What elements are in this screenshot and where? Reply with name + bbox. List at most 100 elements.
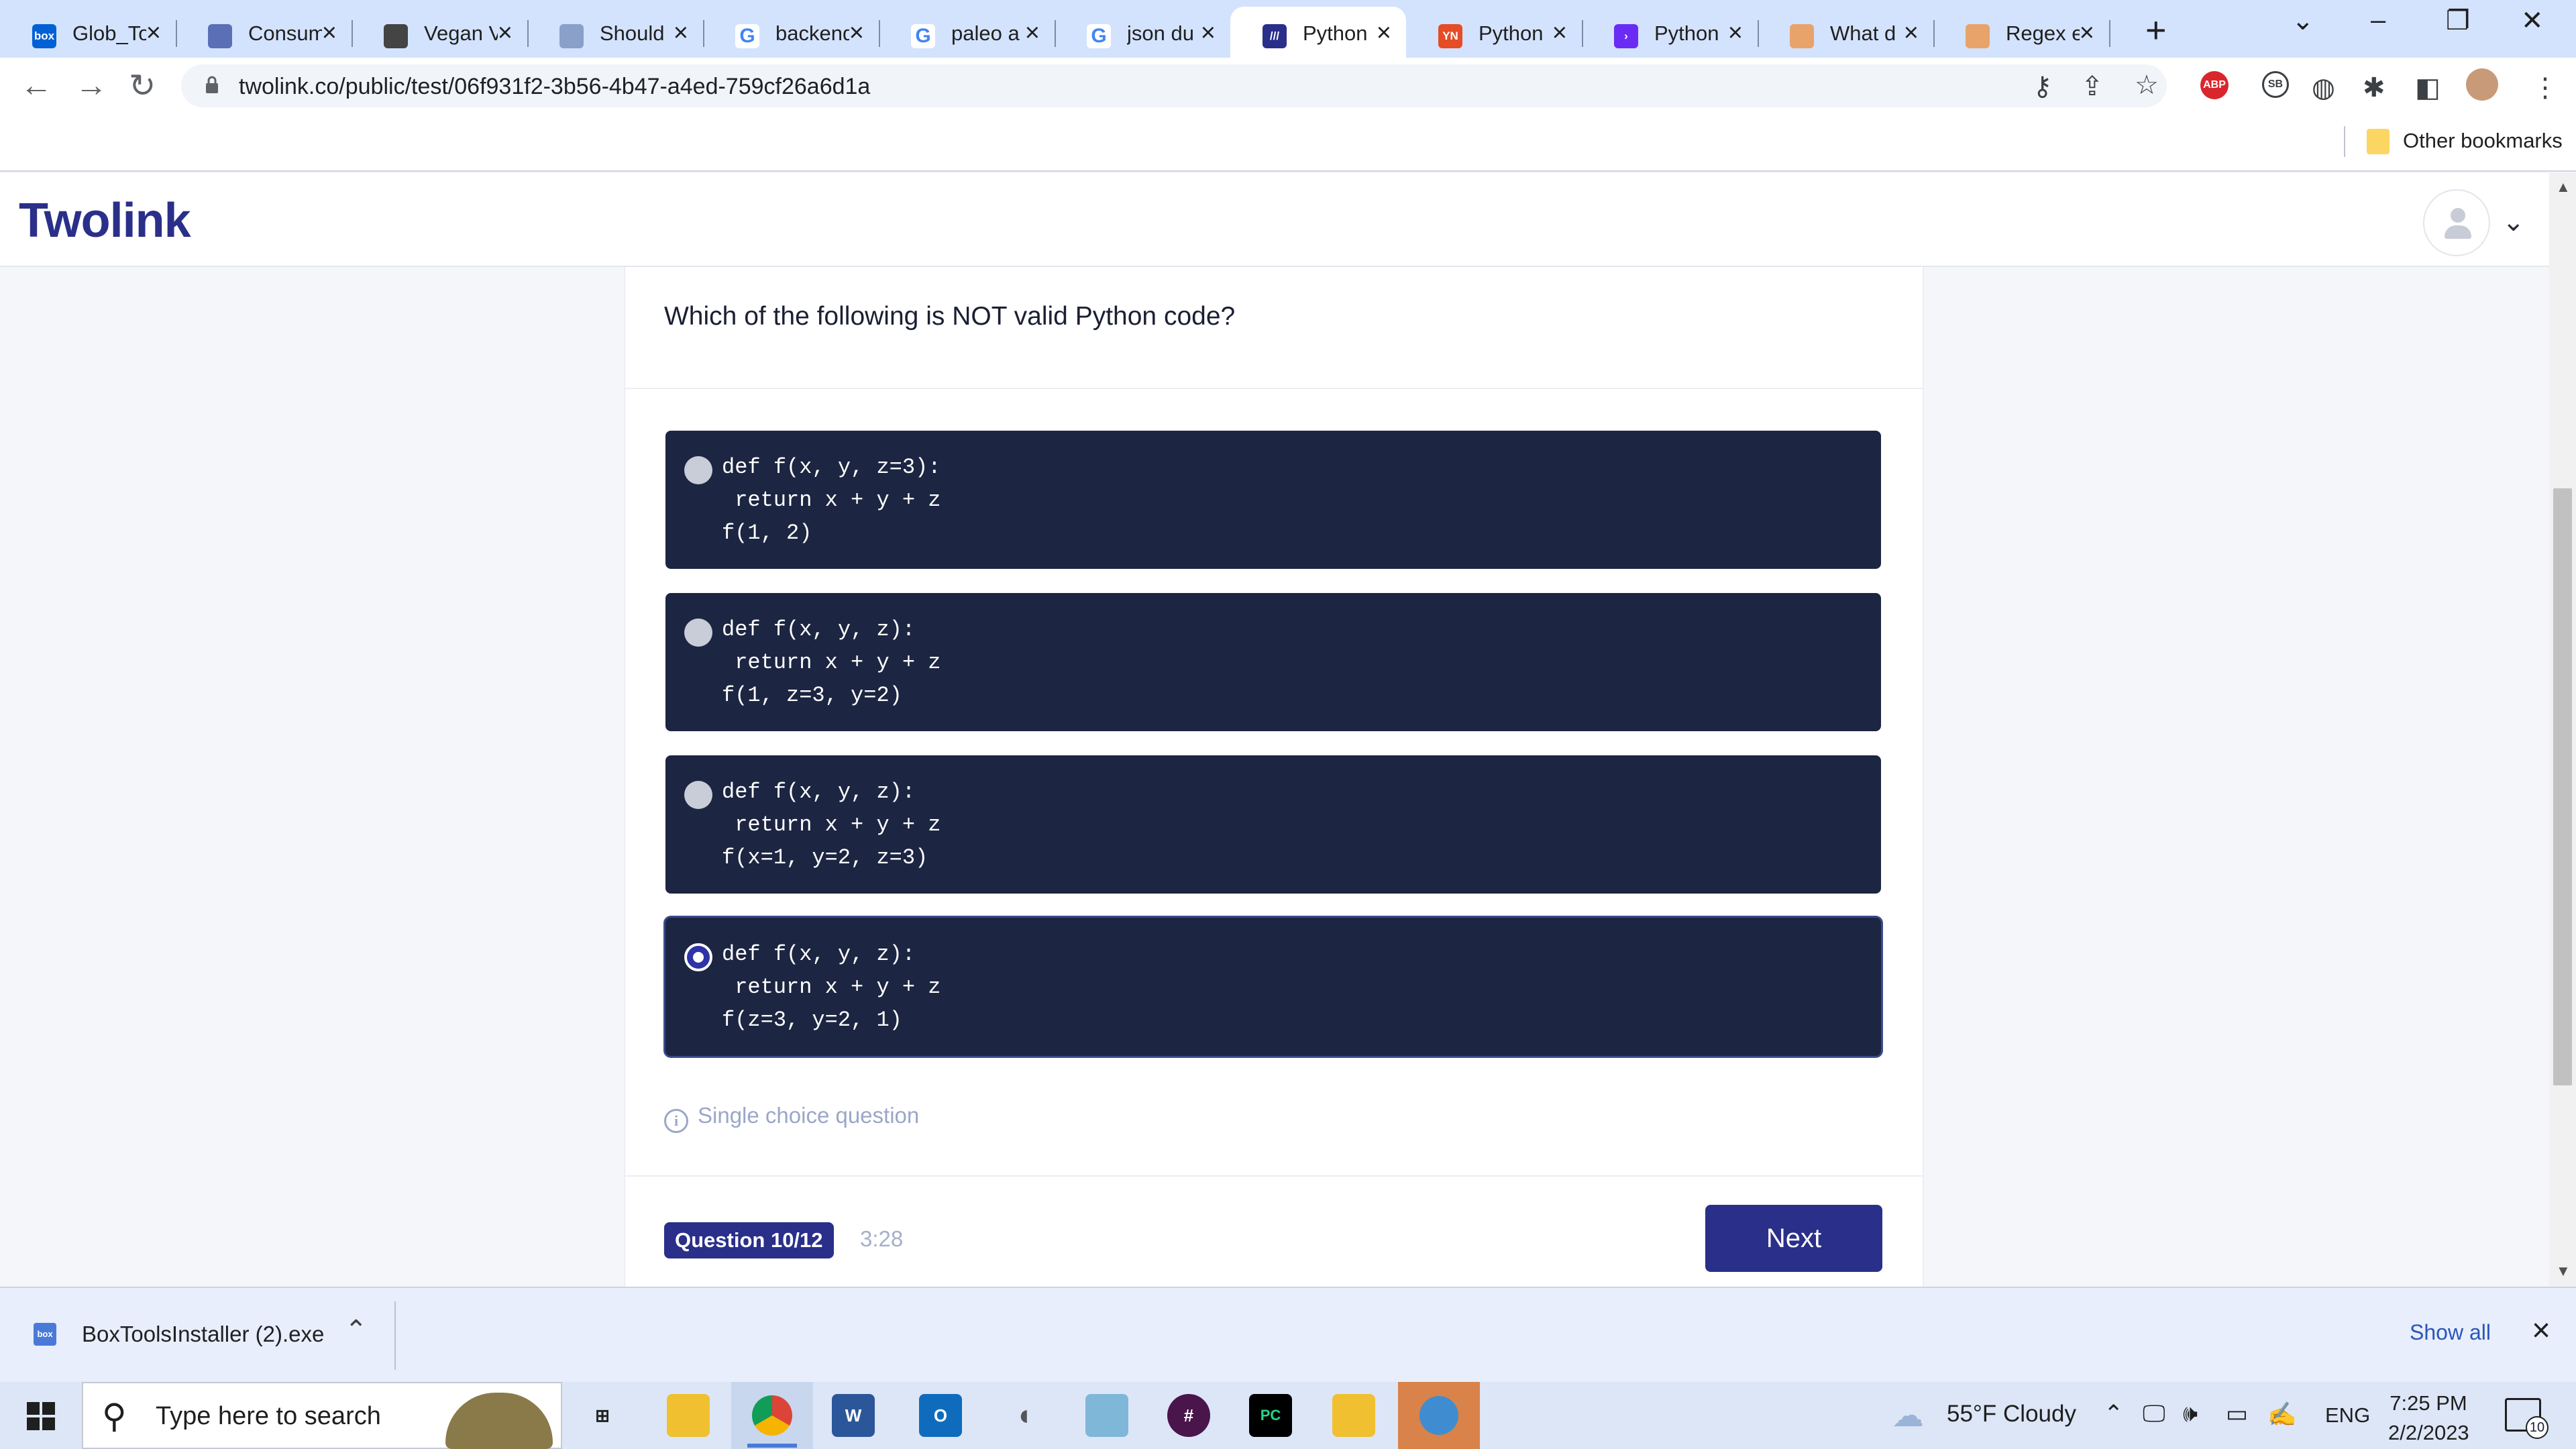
- volume-icon[interactable]: 🕪: [2183, 1401, 2198, 1428]
- twolink-logo[interactable]: Twolink: [19, 193, 191, 248]
- close-tab-icon[interactable]: ×: [2080, 19, 2094, 48]
- windows-start-icon[interactable]: [27, 1402, 55, 1430]
- outlook-icon[interactable]: O: [919, 1394, 962, 1437]
- pycharm-icon[interactable]: PC: [1249, 1394, 1292, 1437]
- tab-3[interactable]: Vegan V ×: [352, 7, 529, 58]
- new-tab-button[interactable]: +: [2145, 9, 2167, 51]
- tab-1[interactable]: box Glob_To ×: [0, 7, 177, 58]
- close-tab-icon[interactable]: ×: [674, 19, 688, 48]
- notification-icon[interactable]: 10: [2505, 1398, 2548, 1439]
- page-scrollbar[interactable]: ▲ ▼: [2549, 173, 2576, 1287]
- password-key-icon[interactable]: ⚷: [2033, 71, 2052, 102]
- globe-icon: [1419, 1396, 1458, 1435]
- chrome-taskbar-button[interactable]: [731, 1382, 813, 1449]
- cloud-weather-icon[interactable]: ☁: [1892, 1397, 1924, 1434]
- answer-option-1[interactable]: def f(x, y, z=3): return x + y + z f(1, …: [665, 431, 1881, 569]
- system-clock[interactable]: 7:25 PM 2/2/2023: [2388, 1389, 2469, 1448]
- tab-4[interactable]: Should ×: [527, 7, 704, 58]
- close-tab-icon[interactable]: ×: [146, 19, 161, 48]
- tab-7[interactable]: Gjson du ×: [1055, 7, 1232, 58]
- tab-6[interactable]: Gpaleo a ×: [879, 7, 1056, 58]
- pen-icon[interactable]: ✍: [2267, 1401, 2297, 1428]
- profile-avatar[interactable]: [2466, 68, 2498, 101]
- bookmarks-bar: Other bookmarks: [0, 113, 2576, 172]
- answer-option-3[interactable]: def f(x, y, z): return x + y + z f(x=1, …: [665, 755, 1881, 894]
- radio-button[interactable]: [684, 619, 712, 647]
- site-header: Twolink ⌄: [0, 173, 2549, 267]
- tab-10[interactable]: › Python ×: [1582, 7, 1759, 58]
- chevron-down-icon[interactable]: ⌄: [2502, 207, 2525, 237]
- notes-app-icon[interactable]: [1085, 1394, 1128, 1437]
- tab-5[interactable]: Gbackend ×: [703, 7, 880, 58]
- green-extension-icon[interactable]: ◍: [2312, 72, 2335, 103]
- slack-icon[interactable]: #: [1167, 1394, 1210, 1437]
- file-explorer-icon[interactable]: [667, 1394, 710, 1437]
- close-tab-icon[interactable]: ×: [1201, 19, 1216, 48]
- close-tab-icon[interactable]: ×: [1728, 19, 1743, 48]
- weather-text[interactable]: 55°F Cloudy: [1947, 1401, 2076, 1428]
- restore-button[interactable]: ❐: [2446, 5, 2470, 36]
- close-tab-icon[interactable]: ×: [498, 19, 513, 48]
- next-button[interactable]: Next: [1705, 1205, 1882, 1272]
- radio-button[interactable]: [684, 943, 712, 971]
- user-avatar[interactable]: [2423, 189, 2490, 256]
- task-view-icon[interactable]: ⊞: [581, 1394, 624, 1437]
- chevron-up-icon[interactable]: ⌃: [345, 1315, 368, 1346]
- network-icon[interactable]: 🖵: [2143, 1401, 2165, 1428]
- folder-app-icon[interactable]: [1332, 1394, 1375, 1437]
- radio-button[interactable]: [684, 456, 712, 484]
- tab-9[interactable]: YN Python ×: [1406, 7, 1583, 58]
- browser-menu-icon[interactable]: ⋮: [2532, 72, 2559, 103]
- close-tab-icon[interactable]: ×: [322, 19, 337, 48]
- word-icon[interactable]: W: [832, 1394, 875, 1437]
- answer-option-2[interactable]: def f(x, y, z): return x + y + z f(1, z=…: [665, 593, 1881, 731]
- close-download-bar-icon[interactable]: ×: [2532, 1312, 2551, 1349]
- close-tab-icon[interactable]: ×: [1552, 19, 1567, 48]
- back-button[interactable]: ←: [20, 67, 52, 104]
- tab-search-icon[interactable]: ⌄: [2292, 5, 2314, 36]
- tab-8[interactable]: /// Python ×: [1230, 7, 1406, 58]
- close-tab-icon[interactable]: ×: [849, 19, 864, 48]
- close-tab-icon[interactable]: ×: [1904, 19, 1919, 48]
- share-icon[interactable]: ⇪: [2081, 71, 2104, 102]
- adblock-extension-icon[interactable]: ABP: [2200, 71, 2229, 99]
- bookmark-star-icon[interactable]: ☆: [2135, 70, 2159, 101]
- taskbar-search[interactable]: ⚲ Type here to search: [82, 1382, 562, 1449]
- close-tab-icon[interactable]: ×: [1025, 19, 1040, 48]
- mouse-app-icon[interactable]: ◖: [1002, 1394, 1045, 1437]
- avatar-body: [2445, 225, 2471, 239]
- extensions-puzzle-icon[interactable]: ✱: [2363, 72, 2385, 103]
- search-highlight-image: [445, 1393, 553, 1449]
- answer-option-4[interactable]: def f(x, y, z): return x + y + z f(z=3, …: [665, 918, 1881, 1056]
- address-bar[interactable]: twolink.co/public/test/06f931f2-3b56-4b4…: [181, 64, 2167, 107]
- sb-extension-icon[interactable]: SB: [2262, 71, 2289, 98]
- show-hidden-icons-icon[interactable]: ⌃: [2104, 1401, 2123, 1428]
- tab-11[interactable]: What d ×: [1758, 7, 1935, 58]
- radio-button[interactable]: [684, 781, 712, 809]
- scroll-down-arrow[interactable]: ▼: [2556, 1263, 2571, 1280]
- scrollbar-thumb[interactable]: [2553, 488, 2572, 1085]
- close-window-button[interactable]: ✕: [2521, 5, 2544, 36]
- option-code: def f(x, y, z=3): return x + y + z f(1, …: [722, 455, 941, 545]
- show-all-downloads-link[interactable]: Show all: [2410, 1320, 2491, 1345]
- language-indicator[interactable]: ENG: [2325, 1403, 2370, 1428]
- tab-2[interactable]: Consum ×: [176, 7, 353, 58]
- close-tab-icon[interactable]: ×: [1377, 19, 1391, 48]
- google-icon: G: [911, 24, 935, 48]
- tab-title: Python: [1479, 21, 1544, 45]
- arrow-icon: ›: [1614, 24, 1638, 48]
- forward-button[interactable]: →: [75, 67, 107, 104]
- info-icon: i: [664, 1109, 688, 1133]
- minimize-button[interactable]: –: [2371, 5, 2385, 36]
- reload-button[interactable]: ↻: [129, 67, 156, 105]
- other-bookmarks-button[interactable]: Other bookmarks: [2403, 129, 2563, 153]
- question-progress-badge: Question 10/12: [664, 1222, 834, 1258]
- download-file-name[interactable]: BoxToolsInstaller (2).exe: [82, 1322, 324, 1347]
- question-text: Which of the following is NOT valid Pyth…: [664, 302, 1236, 331]
- globe-app-icon[interactable]: [1398, 1382, 1480, 1449]
- battery-icon[interactable]: ▭: [2226, 1401, 2248, 1428]
- spinner-icon: [384, 24, 408, 48]
- tab-12[interactable]: Regex e ×: [1933, 7, 2110, 58]
- scroll-up-arrow[interactable]: ▲: [2556, 178, 2571, 196]
- side-panel-icon[interactable]: ◧: [2415, 72, 2440, 103]
